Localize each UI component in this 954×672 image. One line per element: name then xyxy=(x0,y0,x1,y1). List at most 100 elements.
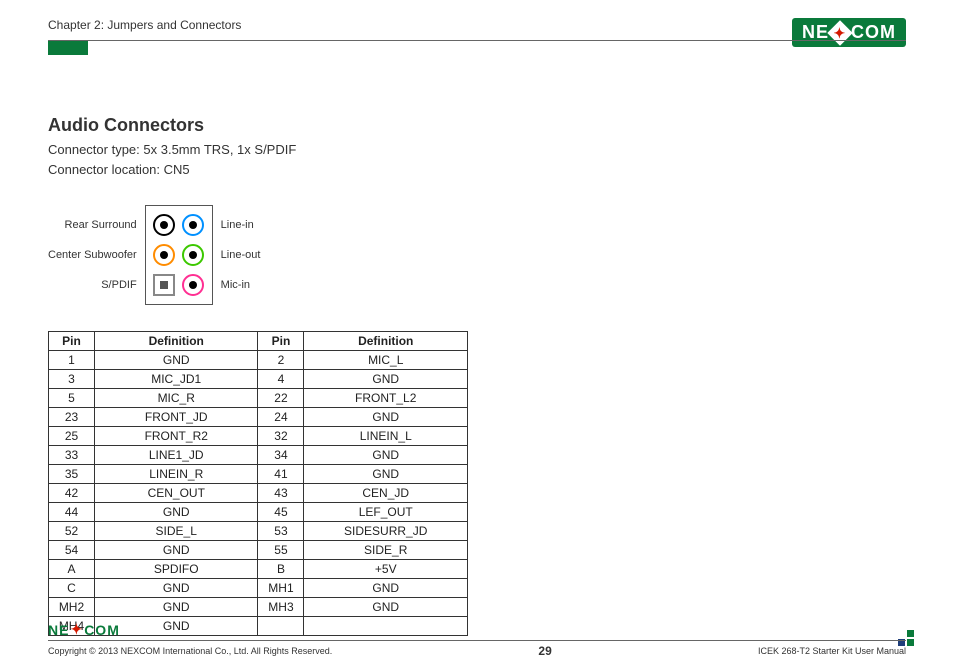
definition-cell: GND xyxy=(94,598,258,617)
copyright-text: Copyright © 2013 NEXCOM International Co… xyxy=(48,646,332,656)
definition-cell: +5V xyxy=(304,560,468,579)
label-mic-in: Mic-in xyxy=(221,270,250,300)
page-number: 29 xyxy=(538,644,551,658)
definition-cell: GND xyxy=(94,503,258,522)
th-def-2: Definition xyxy=(304,332,468,351)
definition-cell: GND xyxy=(304,598,468,617)
table-row: 42CEN_OUT43CEN_JD xyxy=(49,484,468,503)
pin-cell: MH2 xyxy=(49,598,95,617)
pin-cell: 55 xyxy=(258,541,304,560)
table-row: ASPDIFOB+5V xyxy=(49,560,468,579)
document-title: ICEK 268-T2 Starter Kit User Manual xyxy=(758,646,906,656)
definition-cell: GND xyxy=(304,446,468,465)
pin-cell: 24 xyxy=(258,408,304,427)
table-row: 3MIC_JD14GND xyxy=(49,370,468,389)
footer-rule xyxy=(48,640,906,641)
definition-cell: SIDE_R xyxy=(304,541,468,560)
jack-spdif-icon xyxy=(153,274,175,296)
definition-cell: CEN_OUT xyxy=(94,484,258,503)
pin-cell: 44 xyxy=(49,503,95,522)
table-row: 23FRONT_JD24GND xyxy=(49,408,468,427)
connector-type: Connector type: 5x 3.5mm TRS, 1x S/PDIF xyxy=(48,140,906,160)
definition-cell: GND xyxy=(304,465,468,484)
table-row: 54GND55SIDE_R xyxy=(49,541,468,560)
table-row: MH2GNDMH3GND xyxy=(49,598,468,617)
table-row: CGNDMH1GND xyxy=(49,579,468,598)
pin-cell: B xyxy=(258,560,304,579)
jack-line-in-icon xyxy=(182,214,204,236)
definition-cell: LINEIN_L xyxy=(304,427,468,446)
table-row: 44GND45LEF_OUT xyxy=(49,503,468,522)
definition-cell: GND xyxy=(304,370,468,389)
footer-brand-logo: NE✦COM xyxy=(48,621,120,638)
jack-center-sub-icon xyxy=(153,244,175,266)
jack-line-out-icon xyxy=(182,244,204,266)
pin-cell: 41 xyxy=(258,465,304,484)
jack-labels-right: Line-in Line-out Mic-in xyxy=(221,210,261,300)
th-def-1: Definition xyxy=(94,332,258,351)
pin-cell: 52 xyxy=(49,522,95,541)
definition-cell: SIDE_L xyxy=(94,522,258,541)
brand-logo: NE✦COM xyxy=(792,18,906,47)
header-green-tab xyxy=(48,41,88,55)
definition-cell: LINEIN_R xyxy=(94,465,258,484)
pin-cell: 2 xyxy=(258,351,304,370)
pin-cell: 23 xyxy=(49,408,95,427)
th-pin-1: Pin xyxy=(49,332,95,351)
pin-cell: A xyxy=(49,560,95,579)
definition-cell: FRONT_R2 xyxy=(94,427,258,446)
connector-location: Connector location: CN5 xyxy=(48,160,906,180)
pin-cell: 45 xyxy=(258,503,304,522)
pin-cell: 4 xyxy=(258,370,304,389)
jack-labels-left: Rear Surround Center Subwoofer S/PDIF xyxy=(48,210,137,300)
pin-definition-table: Pin Definition Pin Definition 1GND2MIC_L… xyxy=(48,331,468,636)
pin-cell: 25 xyxy=(49,427,95,446)
pin-cell: 54 xyxy=(49,541,95,560)
label-center-subwoofer: Center Subwoofer xyxy=(48,240,137,270)
table-row: 25FRONT_R232LINEIN_L xyxy=(49,427,468,446)
pin-cell: 43 xyxy=(258,484,304,503)
pin-cell: MH1 xyxy=(258,579,304,598)
page-footer: NE✦COM Copyright © 2013 NEXCOM Internati… xyxy=(48,621,906,658)
definition-cell: FRONT_L2 xyxy=(304,389,468,408)
pin-cell: 42 xyxy=(49,484,95,503)
th-pin-2: Pin xyxy=(258,332,304,351)
table-row: 35LINEIN_R41GND xyxy=(49,465,468,484)
header-rule xyxy=(48,40,906,41)
jack-rear-surround-icon xyxy=(153,214,175,236)
pin-cell: 22 xyxy=(258,389,304,408)
audio-jack-diagram: Rear Surround Center Subwoofer S/PDIF Li… xyxy=(48,205,906,305)
chapter-title: Chapter 2: Jumpers and Connectors xyxy=(48,18,241,36)
definition-cell: CEN_JD xyxy=(304,484,468,503)
definition-cell: MIC_L xyxy=(304,351,468,370)
pin-cell: 1 xyxy=(49,351,95,370)
page-content: Audio Connectors Connector type: 5x 3.5m… xyxy=(0,47,954,636)
pin-cell: 3 xyxy=(49,370,95,389)
definition-cell: GND xyxy=(94,541,258,560)
definition-cell: GND xyxy=(94,579,258,598)
table-row: 33LINE1_JD34GND xyxy=(49,446,468,465)
pin-cell: 32 xyxy=(258,427,304,446)
pin-cell: 35 xyxy=(49,465,95,484)
jack-mic-in-icon xyxy=(182,274,204,296)
table-row: 1GND2MIC_L xyxy=(49,351,468,370)
pin-cell: 5 xyxy=(49,389,95,408)
definition-cell: GND xyxy=(304,408,468,427)
definition-cell: FRONT_JD xyxy=(94,408,258,427)
label-line-out: Line-out xyxy=(221,240,261,270)
pin-cell: 53 xyxy=(258,522,304,541)
definition-cell: GND xyxy=(304,579,468,598)
label-spdif: S/PDIF xyxy=(101,270,136,300)
definition-cell: SIDESURR_JD xyxy=(304,522,468,541)
jack-panel xyxy=(145,205,213,305)
definition-cell: GND xyxy=(94,351,258,370)
table-row: 5MIC_R22FRONT_L2 xyxy=(49,389,468,408)
pin-cell: MH3 xyxy=(258,598,304,617)
pin-cell: 34 xyxy=(258,446,304,465)
definition-cell: SPDIFO xyxy=(94,560,258,579)
table-row: 52SIDE_L53SIDESURR_JD xyxy=(49,522,468,541)
definition-cell: LINE1_JD xyxy=(94,446,258,465)
label-rear-surround: Rear Surround xyxy=(65,210,137,240)
definition-cell: MIC_JD1 xyxy=(94,370,258,389)
table-header-row: Pin Definition Pin Definition xyxy=(49,332,468,351)
